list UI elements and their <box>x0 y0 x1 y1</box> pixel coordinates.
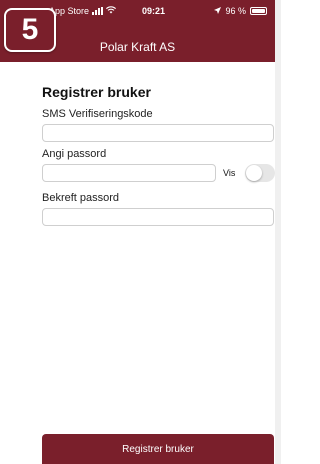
register-form: Registrer bruker SMS Verifiseringskode A… <box>42 84 275 232</box>
password-row: Vis <box>42 164 275 186</box>
wifi-icon <box>106 6 117 16</box>
battery-percent: 96 % <box>225 6 246 16</box>
page-title: Registrer bruker <box>42 84 151 100</box>
location-icon <box>214 6 222 16</box>
step-badge: 5 <box>4 8 56 52</box>
show-password-label: Vis <box>223 168 236 178</box>
status-right: 96 % <box>214 6 267 16</box>
status-time: 09:21 <box>142 6 166 16</box>
password-input[interactable] <box>42 164 216 182</box>
register-button[interactable]: Registrer bruker <box>42 434 274 464</box>
phone-screen: App Store 09:21 96 % ‹ Polar Kraft AS 5 … <box>0 0 281 464</box>
toggle-knob <box>246 165 262 181</box>
battery-icon <box>250 7 267 15</box>
confirm-password-input[interactable] <box>42 208 274 226</box>
carrier-group: App Store <box>49 6 117 16</box>
show-password-toggle[interactable] <box>245 164 275 182</box>
signal-icon <box>92 7 104 15</box>
confirm-password-label: Bekreft passord <box>42 192 120 204</box>
password-label: Angi passord <box>42 148 107 160</box>
sms-code-input[interactable] <box>42 124 274 142</box>
sms-code-label: SMS Verifiseringskode <box>42 108 153 120</box>
